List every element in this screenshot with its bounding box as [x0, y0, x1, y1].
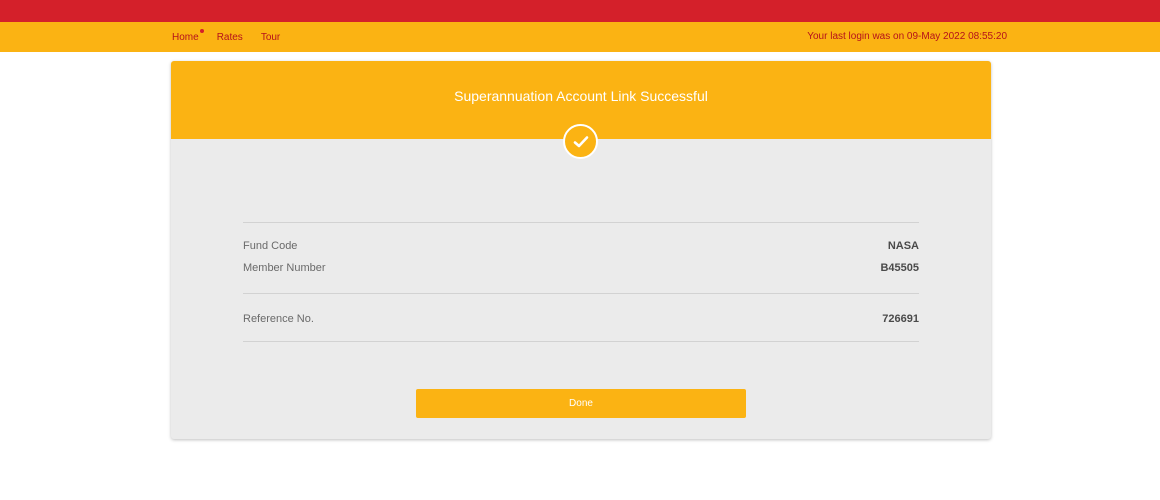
account-details: Fund Code NASA Member Number B45505 Refe…: [243, 222, 919, 342]
divider: [243, 341, 919, 342]
reference-value: 726691: [882, 313, 919, 325]
done-button[interactable]: Done: [416, 389, 746, 418]
member-number-row: Member Number B45505: [243, 257, 919, 279]
member-number-value: B45505: [880, 262, 919, 274]
last-login-text: Your last login was on 09-May 2022 08:55…: [807, 31, 1007, 42]
nav-home-label: Home: [172, 31, 199, 43]
nav-tour-link[interactable]: Tour: [261, 32, 280, 43]
success-card: Superannuation Account Link Successful F…: [171, 61, 991, 439]
nav-links: Home Rates Tour: [172, 22, 298, 52]
nav-bar: Home Rates Tour Your last login was on 0…: [0, 22, 1160, 52]
fund-code-label: Fund Code: [243, 240, 298, 252]
account-fields: Fund Code NASA Member Number B45505: [243, 223, 919, 293]
nav-rates-link[interactable]: Rates: [217, 32, 243, 43]
card-title: Superannuation Account Link Successful: [454, 88, 708, 104]
check-circle-icon: [563, 124, 598, 159]
top-brand-bar: [0, 0, 1160, 22]
nav-home-link[interactable]: Home: [172, 28, 204, 43]
notification-dot-icon: [199, 28, 204, 33]
reference-label: Reference No.: [243, 313, 314, 325]
reference-section: Reference No. 726691: [243, 294, 919, 341]
fund-code-value: NASA: [887, 240, 919, 252]
checkmark-icon: [573, 135, 588, 147]
reference-row: Reference No. 726691: [243, 308, 919, 330]
fund-code-row: Fund Code NASA: [243, 235, 919, 257]
member-number-label: Member Number: [243, 262, 326, 274]
